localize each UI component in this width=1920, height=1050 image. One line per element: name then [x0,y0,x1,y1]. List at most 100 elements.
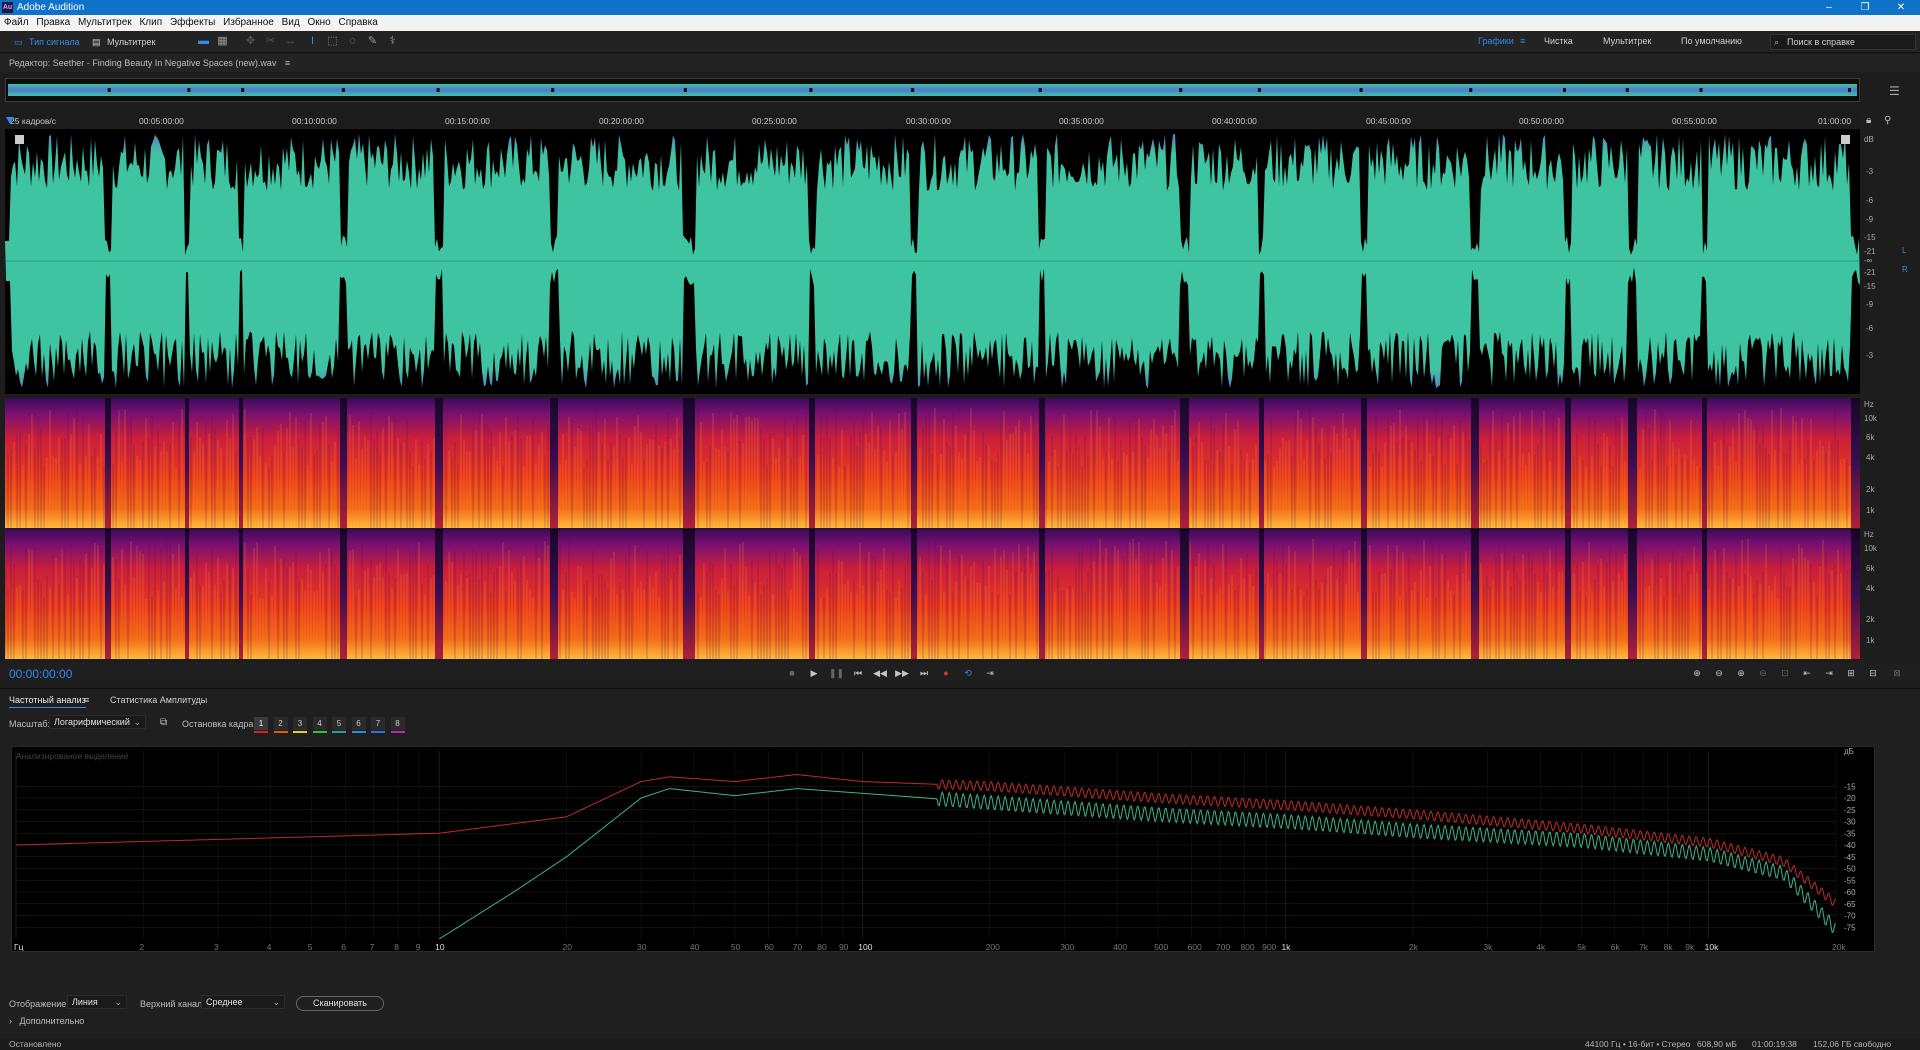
freeze-frame-button-1[interactable]: 1 [254,717,268,733]
move-tool-icon[interactable]: ✥ [244,35,257,48]
channel-right-label[interactable]: R [1902,265,1908,274]
play-icon[interactable]: ▶ [807,667,821,679]
hud-icon[interactable] [15,135,24,144]
top-channel-select[interactable]: Среднее ⌄ [201,995,285,1009]
lock-icon[interactable]: 🔒︎ [1866,115,1871,126]
channel-left-label[interactable]: L [1902,246,1906,255]
zoom-out-full-icon[interactable]: ⊡ [1778,667,1792,679]
display-select[interactable]: Линия ⌄ [67,995,127,1009]
menu-clip[interactable]: Клип [139,15,162,28]
skip-selection-icon[interactable]: ⇥ [983,667,997,679]
marquee-tool-icon[interactable]: ⬚ [326,35,339,48]
overview-zoom-bar[interactable] [5,78,1860,102]
brush-tool-icon[interactable]: ✎ [366,35,379,48]
menu-help[interactable]: Справка [339,15,378,28]
scan-button[interactable]: Сканировать [296,996,384,1011]
time-ruler[interactable]: 25 кадров/с 00:05:00:00 00:10:00:00 00:1… [5,113,1860,128]
waveform-display[interactable] [5,129,1860,394]
menu-multitrack[interactable]: Мультитрек [78,15,132,28]
loop-playback-icon[interactable]: ⟲ [961,667,975,679]
x-tick-label: 9 [416,942,421,952]
zoom-out-amplitude-icon[interactable]: ⊖ [1712,667,1726,679]
menu-file[interactable]: Файл [4,15,29,28]
frequency-chart[interactable]: Анализированое выделение Гц 2 3 4 5 6 7 8 9 10 20 3… [11,746,1875,952]
spectral-display-left[interactable] [5,398,1860,528]
time-selection-tool-icon[interactable]: I [306,35,319,48]
slip-tool-icon[interactable]: ↔ [284,35,297,48]
freeze-frame-button-6[interactable]: 6 [351,717,366,733]
ruler-tick: 00:20:00:00 [599,116,644,126]
x-tick-label: Гц [14,942,24,952]
workspace-default[interactable]: По умолчанию [1681,36,1742,46]
fast-forward-icon[interactable]: ▶▶ [895,667,909,679]
x-tick-label: 20k [1832,942,1846,952]
ruler-unit: 25 кадров/с [10,116,56,126]
spectral-display-right[interactable] [5,529,1860,659]
y-tick-label: -45 [1844,853,1856,862]
hz-tick: 6k [1866,564,1875,573]
tab-frequency-analysis[interactable]: Частотный анализ [9,695,86,708]
copy-icon[interactable]: ⧉ [160,717,167,728]
minimize-icon[interactable]: – [1814,0,1844,15]
stop-icon[interactable]: ■ [785,667,799,679]
advanced-toggle[interactable]: › Дополнительно [9,1016,84,1026]
pause-icon[interactable]: ❚❚ [829,667,844,679]
zoom-in-time-icon[interactable]: ⊕ [1734,667,1748,679]
maximize-icon[interactable]: ❐ [1850,0,1880,15]
x-tick-label: 2k [1409,942,1419,952]
menu-edit[interactable]: Правка [36,15,70,28]
freeze-frame-button-4[interactable]: 4 [312,717,327,733]
zoom-out-time-icon[interactable]: ⊖ [1756,667,1770,679]
scale-select[interactable]: Логарифмический ⌄ [49,715,146,729]
freeze-frame-button-2[interactable]: 2 [273,717,288,733]
x-tick-label: 80 [817,942,827,952]
panel-menu-icon[interactable]: ≡ [84,695,89,705]
workspace-cleanup[interactable]: Чистка [1544,36,1573,46]
spot-healing-tool-icon[interactable]: ⚕ [386,35,399,48]
freeze-frame-button-3[interactable]: 3 [293,717,307,733]
workspace-multitrack[interactable]: Мультитрек [1603,36,1651,46]
status-format: 44100 Гц • 16-бит • Стерео [1585,1039,1691,1049]
move-to-end-icon[interactable]: ⏭ [917,667,931,679]
move-to-start-icon[interactable]: ⏮ [851,667,865,679]
record-icon[interactable]: ● [939,667,953,679]
waveform-view-button[interactable]: ▭ Тип сигнала [14,34,84,50]
zoom-to-selection-icon[interactable]: ⊟ [1866,667,1880,679]
tab-amplitude-statistics[interactable]: Статистика Амплитуды [110,695,207,705]
zoom-reset-icon[interactable]: ⊠ [1890,667,1904,679]
razor-tool-icon[interactable]: ✂ [264,35,277,48]
expand-icon[interactable] [1841,135,1850,144]
zoom-in-left-icon[interactable]: ⇤ [1800,667,1814,679]
current-timecode[interactable]: 00:00:00:00 [9,667,72,681]
freeze-frame-button-8[interactable]: 8 [390,717,405,733]
editor-menu-icon[interactable]: ≡ [285,58,290,68]
lasso-tool-icon[interactable]: ◌ [346,35,359,48]
zoom-to-fit-icon[interactable]: ☰ [1889,84,1900,98]
multitrack-view-button[interactable]: ▤ Мультитрек [92,34,162,50]
close-icon[interactable]: ✕ [1886,0,1916,15]
zoom-selection-icon[interactable]: ⊞ [1844,667,1858,679]
toolbar: ▭ Тип сигнала ▤ Мультитрек ▬ ▦ ✥ ✂ ↔ I ⬚… [0,31,1920,53]
help-search-input[interactable]: ⌕ Поиск в справке [1770,34,1916,50]
status-duration: 01:00:19:38 [1752,1039,1797,1049]
menu-view[interactable]: Вид [282,15,300,28]
y-tick-label: -40 [1844,841,1856,850]
workspace-graphs[interactable]: Графики [1478,36,1514,46]
freeze-frame-color [254,731,268,733]
menu-effects[interactable]: Эффекты [170,15,215,28]
workspace-menu-icon[interactable]: ≡ [1520,36,1525,46]
playhead-marker[interactable] [6,117,14,124]
freeze-frame-button-5[interactable]: 5 [332,717,346,733]
menu-window[interactable]: Окно [308,15,331,28]
show-waveform-icon[interactable]: ▬ [197,35,210,48]
show-spectral-icon[interactable]: ▦ [216,35,229,48]
zoom-in-amplitude-icon[interactable]: ⊕ [1690,667,1704,679]
menu-favorites[interactable]: Избранное [223,15,274,28]
freeze-frame-button-7[interactable]: 7 [371,717,385,733]
status-state: Остановлено [9,1039,62,1049]
rewind-icon[interactable]: ◀◀ [873,667,887,679]
y-tick-label: -15 [1844,782,1856,791]
zoom-in-right-icon[interactable]: ⇥ [1822,667,1836,679]
pin-icon[interactable]: ⚲ [1884,115,1891,126]
x-tick-label: 10 [435,942,445,952]
